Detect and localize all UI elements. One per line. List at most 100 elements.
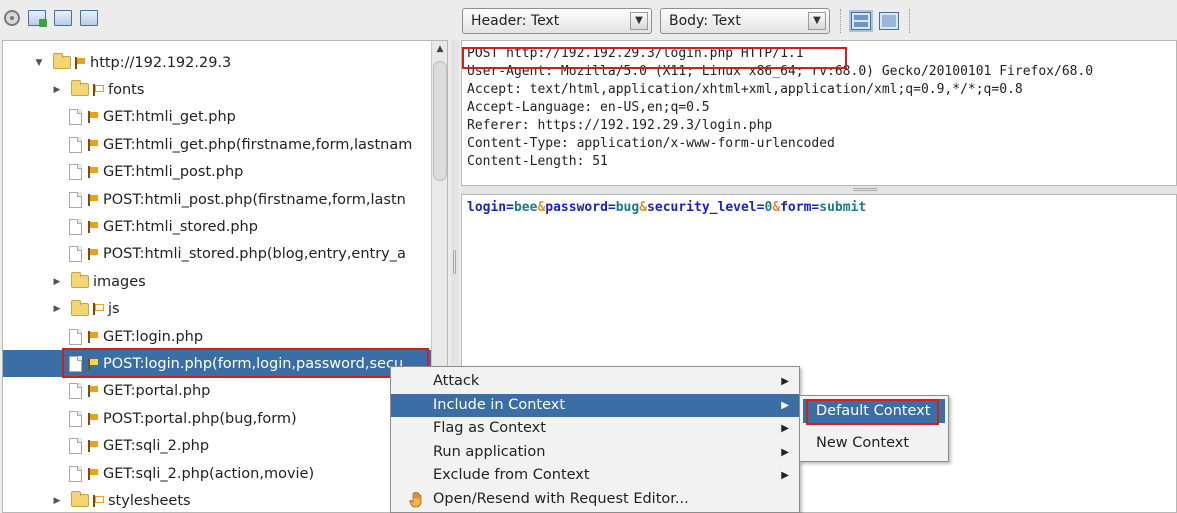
param-key: password xyxy=(545,200,608,215)
tree-node-label: POST:htmli_post.php(firstname,form,lastn xyxy=(103,191,406,208)
flag-icon xyxy=(88,412,98,425)
scroll-up-icon[interactable]: ▲ xyxy=(432,41,447,57)
tree-file-node[interactable]: GET:sqli_2.php(action,movie) xyxy=(3,460,433,487)
expand-icon[interactable]: ▶ xyxy=(51,496,63,506)
tree-file-node[interactable]: GET:portal.php xyxy=(3,378,433,405)
param-separator: & xyxy=(772,200,781,215)
tree-folder-node[interactable]: ▶ images xyxy=(3,268,433,295)
tree-folder-node[interactable]: ▶ js xyxy=(3,296,433,323)
single-pane-layout-icon[interactable] xyxy=(879,12,899,30)
menu-item-label: Run application xyxy=(433,443,546,460)
new-context-icon[interactable] xyxy=(28,10,47,27)
tree-node-label: GET:sqli_2.php(action,movie) xyxy=(103,465,315,482)
menu-item[interactable]: Run application ▶ xyxy=(391,441,799,465)
folder-icon xyxy=(53,53,71,69)
split-vertical-layout-icon[interactable] xyxy=(851,12,871,30)
flag-icon xyxy=(93,83,104,96)
file-icon xyxy=(69,328,82,345)
param-key: login xyxy=(467,200,507,215)
flag-icon xyxy=(88,166,98,179)
import-icon[interactable] xyxy=(54,10,72,26)
file-icon xyxy=(69,109,82,126)
file-icon xyxy=(69,355,82,372)
param-value: submit xyxy=(819,200,867,215)
tree-node-label: GET:htmli_stored.php xyxy=(103,218,258,235)
param-key: security_level xyxy=(647,200,757,215)
file-icon xyxy=(69,218,82,235)
param-equals: = xyxy=(506,200,514,215)
toolbar-separator xyxy=(840,9,841,33)
tree-node-label: POST:portal.php(bug,form) xyxy=(103,410,297,427)
tree-row-clipped: · xyxy=(73,41,447,45)
submenu-arrow-icon: ▶ xyxy=(781,446,789,458)
submenu-item[interactable]: New Context xyxy=(800,429,948,458)
horizontal-splitter[interactable] xyxy=(461,186,1177,194)
menu-item-label: Open/Resend with Request Editor... xyxy=(433,490,689,507)
flag-icon xyxy=(88,248,98,261)
hand-icon xyxy=(409,491,423,508)
submenu-arrow-icon: ▶ xyxy=(781,399,789,411)
expand-icon[interactable]: ▶ xyxy=(51,277,63,287)
flag-icon xyxy=(88,330,98,343)
tree-file-node[interactable]: GET:htmli_get.php xyxy=(3,104,433,131)
tree-file-node[interactable]: GET:htmli_post.php xyxy=(3,159,433,186)
tree-file-node[interactable]: POST:htmli_stored.php(blog,entry,entry_a xyxy=(3,241,433,268)
menu-item[interactable]: Flag as Context ▶ xyxy=(391,417,799,441)
submenu-item-label: New Context xyxy=(816,435,910,451)
submenu-item[interactable]: Default Context xyxy=(803,399,945,423)
tree-folder-node[interactable]: ▼ http://192.192.29.3 xyxy=(3,49,433,76)
tree-file-node[interactable]: GET:login.php xyxy=(3,323,433,350)
folder-icon xyxy=(71,491,89,508)
scroll-thumb[interactable] xyxy=(433,61,447,181)
submenu-arrow-icon: ▶ xyxy=(781,423,789,434)
request-header-text[interactable]: POST http://192.192.29.3/login.php HTTP/… xyxy=(461,40,1177,186)
file-icon xyxy=(69,136,82,153)
tree-folder-node[interactable]: ▶ stylesheets xyxy=(3,487,433,512)
expand-icon[interactable]: ▶ xyxy=(51,304,63,314)
tree-node-label: GET:htmli_get.php(firstname,form,lastnam xyxy=(103,136,413,153)
target-circle-icon[interactable] xyxy=(4,10,20,26)
sites-toolbar xyxy=(0,0,455,36)
chevron-down-icon[interactable]: ▼ xyxy=(808,12,826,30)
tree-folder-node[interactable]: ▶ fonts xyxy=(3,76,433,103)
param-key: form xyxy=(780,200,812,215)
menu-item[interactable]: Exclude from Context ▶ xyxy=(391,464,799,488)
flag-icon xyxy=(93,303,104,316)
tree-node-label: GET:htmli_get.php xyxy=(103,109,236,126)
tree-node-label: stylesheets xyxy=(108,492,191,509)
context-menu: Attack ▶ Include in Context ▶ Flag as Contex… xyxy=(390,366,800,513)
header-line: Content-Type: application/x-www-form-url… xyxy=(467,136,835,151)
tree-file-node[interactable]: GET:htmli_stored.php xyxy=(3,213,433,240)
tree-file-node[interactable]: POST:htmli_post.php(firstname,form,lastn xyxy=(3,186,433,213)
collapse-icon[interactable]: ▼ xyxy=(33,58,45,68)
expand-icon[interactable]: ▶ xyxy=(51,85,63,95)
flag-icon xyxy=(88,385,98,398)
menu-item[interactable]: Include in Context ▶ xyxy=(391,393,799,417)
tree-file-node[interactable]: GET:htmli_get.php(firstname,form,lastnam xyxy=(3,131,433,158)
tree-file-node[interactable]: POST:login.php(form,login,password,secu xyxy=(3,350,433,378)
menu-item-label: Include in Context xyxy=(433,396,566,413)
chevron-down-icon[interactable]: ▼ xyxy=(630,12,648,30)
include-in-context-submenu: Default Context New Context xyxy=(799,395,949,462)
body-view-select[interactable]: Body: Text ▼ xyxy=(660,8,830,34)
submenu-arrow-icon: ▶ xyxy=(781,376,789,387)
menu-item[interactable]: Open/Resend with Request Editor... xyxy=(391,488,799,512)
file-icon xyxy=(69,383,82,400)
flag-icon xyxy=(88,220,98,233)
folder-icon xyxy=(71,272,89,289)
toolbar-separator xyxy=(909,9,910,33)
export-icon[interactable] xyxy=(80,10,98,26)
file-icon xyxy=(69,465,82,482)
flag-icon xyxy=(88,111,98,124)
file-icon xyxy=(69,246,82,263)
tree-file-node[interactable]: POST:portal.php(bug,form) xyxy=(3,405,433,432)
sites-tree: · ▼ http://192.192.29.3 ▶ fonts GET:htmli_ge… xyxy=(2,40,448,513)
tree-node-label: images xyxy=(93,273,146,290)
tree-file-node[interactable]: GET:sqli_2.php xyxy=(3,433,433,460)
body-view-select-label: Body: Text xyxy=(669,13,741,29)
tree-node-label: GET:portal.php xyxy=(103,383,211,400)
header-view-select[interactable]: Header: Text ▼ xyxy=(462,8,652,34)
tree-node-label: GET:sqli_2.php xyxy=(103,438,210,455)
menu-item[interactable]: Attack ▶ xyxy=(391,370,799,394)
flag-icon xyxy=(88,467,98,480)
